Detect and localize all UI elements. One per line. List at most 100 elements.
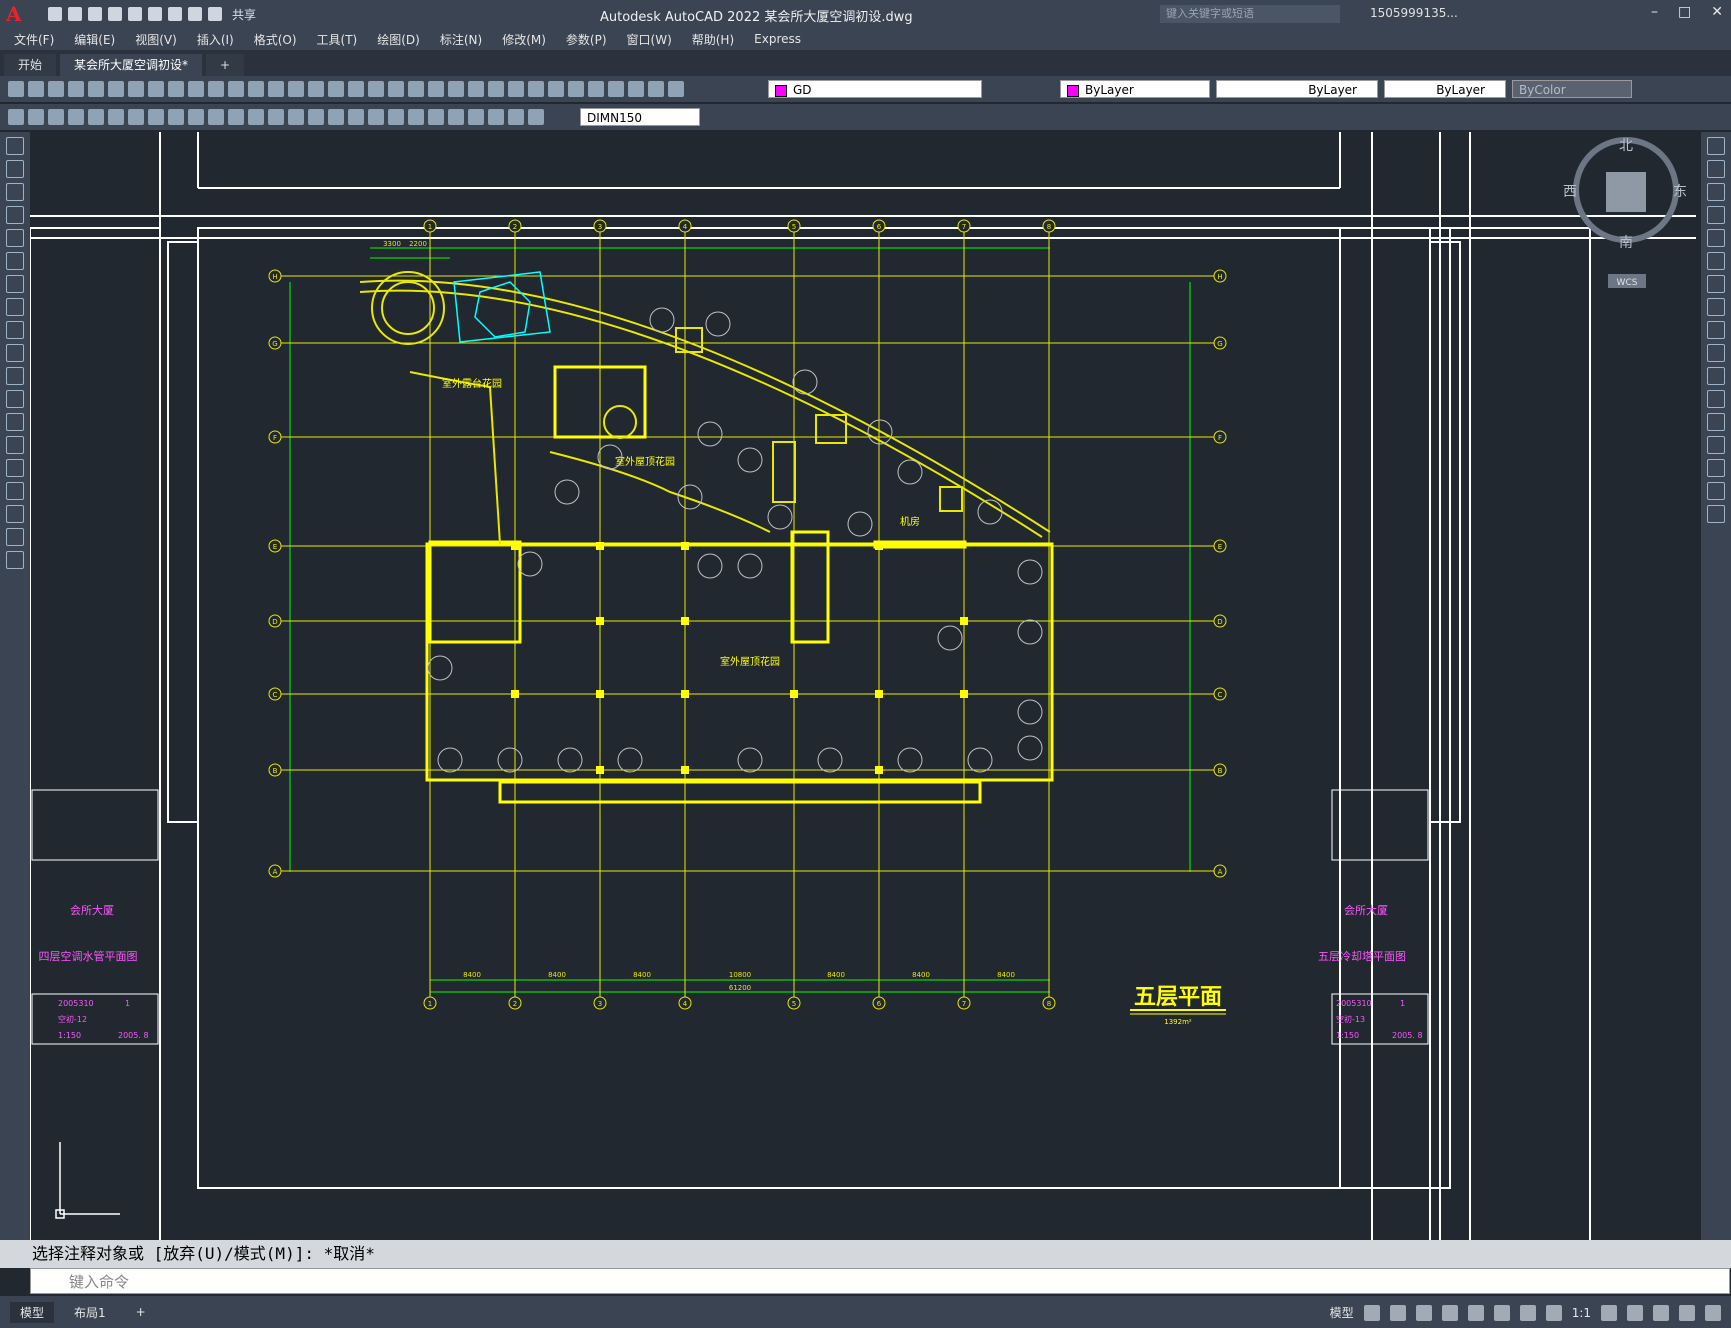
stretch-tool-icon[interactable] <box>1707 321 1725 339</box>
tool-icon[interactable] <box>448 81 464 97</box>
gear-icon[interactable] <box>1601 1304 1617 1321</box>
gradient-tool-icon[interactable] <box>6 482 24 500</box>
trim-tool-icon[interactable] <box>1707 344 1725 362</box>
tool-icon[interactable] <box>328 109 344 125</box>
tool-icon[interactable] <box>468 109 484 125</box>
hatch-tool-icon[interactable] <box>6 459 24 477</box>
tool-icon[interactable] <box>348 109 364 125</box>
open-web-icon[interactable] <box>128 7 142 21</box>
tool-icon[interactable] <box>388 109 404 125</box>
array-tool-icon[interactable] <box>1707 229 1725 247</box>
annotation-scale[interactable]: 1:1 <box>1572 1306 1591 1320</box>
tool-icon[interactable] <box>488 81 504 97</box>
tool-icon[interactable] <box>508 109 524 125</box>
annotation-visibility-icon[interactable] <box>1545 1304 1562 1321</box>
menu-edit[interactable]: 编辑(E) <box>74 31 115 48</box>
tool-icon[interactable] <box>28 81 44 97</box>
tool-icon[interactable] <box>268 109 284 125</box>
polyline-tool-icon[interactable] <box>6 183 24 201</box>
tool-icon[interactable] <box>388 81 404 97</box>
osnap-icon[interactable] <box>1467 1304 1484 1321</box>
tool-icon[interactable] <box>528 109 544 125</box>
polygon-tool-icon[interactable] <box>6 206 24 224</box>
tool-icon[interactable] <box>648 81 664 97</box>
tool-icon[interactable] <box>128 109 144 125</box>
tool-icon[interactable] <box>668 81 684 97</box>
tool-icon[interactable] <box>428 109 444 125</box>
drawing-canvas[interactable]: 1 2 3 4 5 6 7 8 1 2 3 4 5 6 7 8 H G F E … <box>29 132 1696 1328</box>
search-input[interactable]: 键入关键字或短语 <box>1160 5 1340 23</box>
share-button[interactable]: 共享 <box>232 6 256 23</box>
viewcube[interactable]: 北 南 西 东 WCS <box>1563 137 1687 288</box>
command-input[interactable]: 键入命令 <box>30 1268 1730 1294</box>
tool-icon[interactable] <box>408 81 424 97</box>
tool-icon[interactable] <box>268 81 284 97</box>
tool-icon[interactable] <box>208 81 224 97</box>
tool-icon[interactable] <box>208 109 224 125</box>
dimstyle-dropdown[interactable]: DIMN150 <box>580 108 700 126</box>
tool-icon[interactable] <box>508 81 524 97</box>
lineweight-dropdown[interactable]: ByLayer <box>1384 80 1506 98</box>
tool-icon[interactable] <box>108 81 124 97</box>
tool-icon[interactable] <box>408 109 424 125</box>
blend-tool-icon[interactable] <box>1707 482 1725 500</box>
break-tool-icon[interactable] <box>1707 390 1725 408</box>
tool-icon[interactable] <box>48 81 64 97</box>
tool-icon[interactable] <box>608 81 624 97</box>
tool-icon[interactable] <box>228 109 244 125</box>
tab-model[interactable]: 模型 <box>10 1301 55 1323</box>
tool-icon[interactable] <box>68 109 84 125</box>
offset-tool-icon[interactable] <box>1707 206 1725 224</box>
compass-south[interactable]: 南 <box>1619 235 1633 251</box>
tab-start[interactable]: 开始 <box>4 54 57 76</box>
snap-icon[interactable] <box>1389 1304 1406 1321</box>
compass-west[interactable]: 西 <box>1563 184 1577 200</box>
save-icon[interactable] <box>88 7 102 21</box>
tool-icon[interactable] <box>248 109 264 125</box>
tool-icon[interactable] <box>148 109 164 125</box>
tool-icon[interactable] <box>308 109 324 125</box>
ellipse-arc-tool-icon[interactable] <box>6 367 24 385</box>
tool-icon[interactable] <box>288 81 304 97</box>
arc-tool-icon[interactable] <box>6 252 24 270</box>
revcloud-tool-icon[interactable] <box>6 298 24 316</box>
menu-tools[interactable]: 工具(T) <box>317 31 358 48</box>
user-account[interactable]: 1505999135... <box>1370 6 1458 20</box>
menu-draw[interactable]: 绘图(D) <box>377 31 420 48</box>
tool-icon[interactable] <box>488 109 504 125</box>
chamfer-tool-icon[interactable] <box>1707 436 1725 454</box>
tool-icon[interactable] <box>8 109 24 125</box>
spline-tool-icon[interactable] <box>6 321 24 339</box>
grid-icon[interactable] <box>1363 1304 1380 1321</box>
tool-icon[interactable] <box>568 81 584 97</box>
tool-icon[interactable] <box>288 109 304 125</box>
new-icon[interactable] <box>48 7 62 21</box>
new-tab-button[interactable]: + <box>206 54 245 76</box>
tool-icon[interactable] <box>528 81 544 97</box>
table-tool-icon[interactable] <box>6 528 24 546</box>
tool-icon[interactable] <box>228 81 244 97</box>
tool-icon[interactable] <box>328 81 344 97</box>
compass-north[interactable]: 北 <box>1619 138 1633 154</box>
tool-icon[interactable] <box>148 81 164 97</box>
make-block-tool-icon[interactable] <box>6 413 24 431</box>
tool-icon[interactable] <box>428 81 444 97</box>
minimize-icon[interactable]: – <box>1651 4 1658 20</box>
selection-cycling-icon[interactable] <box>1519 1304 1536 1321</box>
circle-tool-icon[interactable] <box>6 275 24 293</box>
tool-icon[interactable] <box>8 81 24 97</box>
fullscreen-icon[interactable] <box>1679 1304 1695 1321</box>
wcs-label[interactable]: WCS <box>1617 278 1638 288</box>
customization-icon[interactable] <box>1705 1304 1721 1321</box>
autocad-logo-icon[interactable]: A <box>6 3 28 25</box>
extend-tool-icon[interactable] <box>1707 367 1725 385</box>
scale-tool-icon[interactable] <box>1707 298 1725 316</box>
save-web-icon[interactable] <box>148 7 162 21</box>
tool-icon[interactable] <box>168 81 184 97</box>
ellipse-tool-icon[interactable] <box>6 344 24 362</box>
join-tool-icon[interactable] <box>1707 413 1725 431</box>
move-tool-icon[interactable] <box>1707 252 1725 270</box>
add-layout-button[interactable]: + <box>126 1303 156 1321</box>
tool-icon[interactable] <box>88 81 104 97</box>
insert-block-tool-icon[interactable] <box>6 390 24 408</box>
